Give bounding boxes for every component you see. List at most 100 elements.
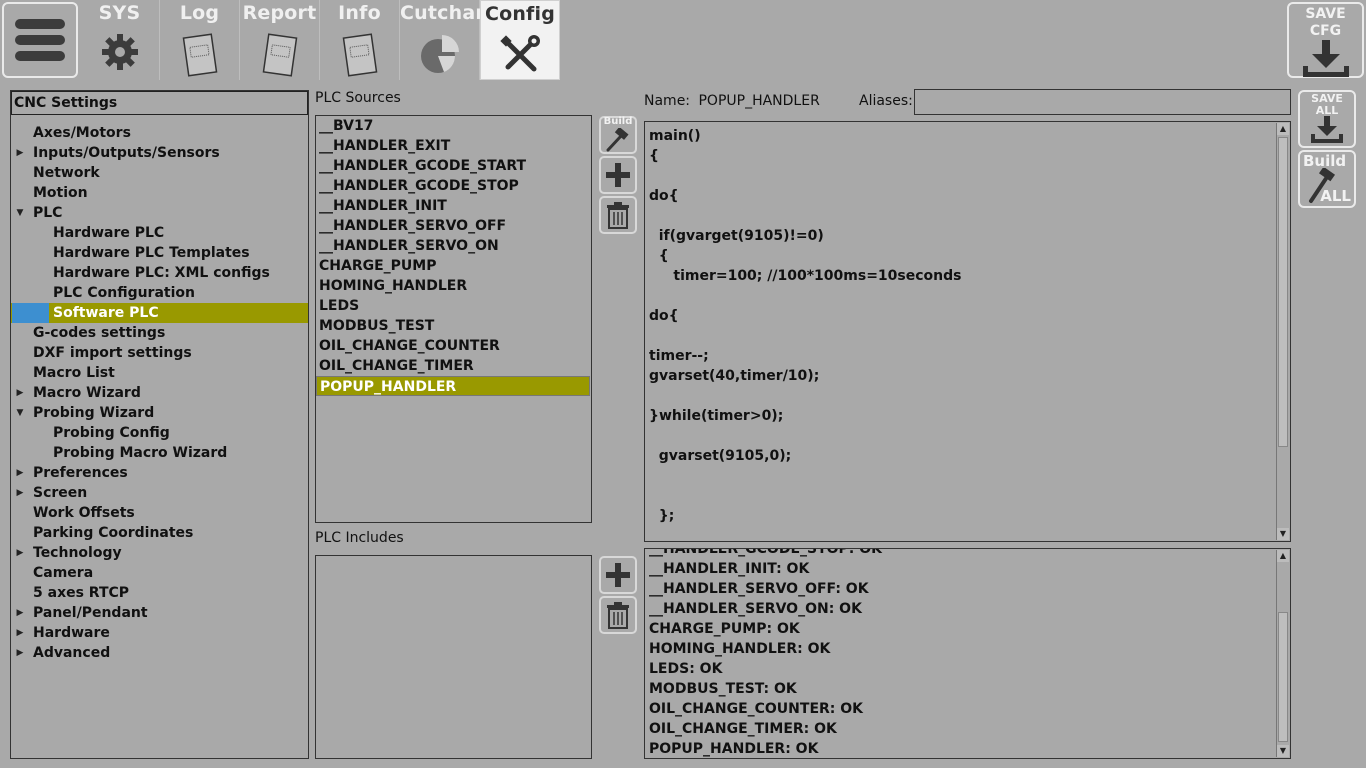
collapsed-arrow-icon[interactable]: ▶ bbox=[15, 383, 25, 403]
tree-header: CNC Settings bbox=[11, 91, 308, 115]
main-menu-button[interactable] bbox=[2, 2, 78, 78]
add-source-button[interactable] bbox=[599, 156, 637, 194]
tree-item[interactable]: ▼ Probing Wizard bbox=[11, 403, 308, 423]
plc-source-item[interactable]: OIL_CHANGE_TIMER bbox=[316, 356, 590, 376]
tree-item[interactable]: ▶ Technology bbox=[11, 543, 308, 563]
tab-config[interactable]: Config bbox=[480, 0, 560, 80]
tree-item[interactable]: PLC Configuration bbox=[11, 283, 308, 303]
plc-source-item[interactable]: HOMING_HANDLER bbox=[316, 276, 590, 296]
tree-item[interactable]: DXF import settings bbox=[11, 343, 308, 363]
expanded-arrow-icon[interactable]: ▼ bbox=[15, 403, 25, 423]
tree-item-label: Technology bbox=[33, 545, 122, 561]
editor-scrollbar[interactable]: ▲ ▼ bbox=[1276, 123, 1289, 540]
scroll-up-arrow[interactable]: ▲ bbox=[1277, 550, 1289, 562]
tree-item[interactable]: ▶ Panel/Pendant bbox=[11, 603, 308, 623]
plus-icon bbox=[606, 163, 630, 187]
output-scrollbar[interactable]: ▲ ▼ bbox=[1276, 550, 1289, 757]
tree-item[interactable]: 5 axes RTCP bbox=[11, 583, 308, 603]
plc-includes-list[interactable] bbox=[315, 555, 592, 759]
build-button[interactable]: Build bbox=[599, 116, 637, 154]
tree-item[interactable]: Probing Macro Wizard bbox=[11, 443, 308, 463]
scroll-down-arrow[interactable]: ▼ bbox=[1277, 528, 1289, 540]
tree-item[interactable]: ▼ PLC bbox=[11, 203, 308, 223]
save-cfg-button[interactable]: SAVE CFG bbox=[1287, 2, 1364, 78]
tree-item[interactable]: Parking Coordinates bbox=[11, 523, 308, 543]
add-include-button[interactable] bbox=[599, 556, 637, 594]
tab-log[interactable]: Log bbox=[160, 0, 240, 80]
plc-source-item[interactable]: POPUP_HANDLER bbox=[316, 376, 590, 396]
plc-source-item[interactable]: MODBUS_TEST bbox=[316, 316, 590, 336]
tree-item[interactable]: Camera bbox=[11, 563, 308, 583]
tree-item[interactable]: Motion bbox=[11, 183, 308, 203]
collapsed-arrow-icon[interactable]: ▶ bbox=[15, 483, 25, 503]
build-all-label-line2: ALL bbox=[1320, 187, 1351, 205]
aliases-input[interactable] bbox=[914, 89, 1291, 115]
tree-item[interactable]: Network bbox=[11, 163, 308, 183]
tree-item[interactable]: ▶ Screen bbox=[11, 483, 308, 503]
plc-source-item[interactable]: __HANDLER_SERVO_ON bbox=[316, 236, 590, 256]
tree-item[interactable]: ▶ Preferences bbox=[11, 463, 308, 483]
scroll-thumb[interactable] bbox=[1278, 612, 1288, 742]
tree-item-label: Hardware PLC: XML configs bbox=[53, 265, 270, 281]
plc-sources-label: PLC Sources bbox=[315, 90, 401, 106]
code-editor[interactable]: main() {do{ if(gvarget(9105)!=0) { timer=… bbox=[644, 121, 1291, 542]
tools-icon bbox=[481, 33, 559, 77]
tree-item-label: Probing Wizard bbox=[33, 405, 155, 421]
menu-icon bbox=[15, 19, 65, 29]
delete-source-button[interactable] bbox=[599, 196, 637, 234]
code-line: main() bbox=[649, 128, 701, 144]
tree-item[interactable]: Axes/Motors bbox=[11, 123, 308, 143]
tree-item[interactable]: G-codes settings bbox=[11, 323, 308, 343]
code-line: timer--; bbox=[649, 348, 709, 364]
scroll-down-arrow[interactable]: ▼ bbox=[1277, 745, 1289, 757]
tree-item[interactable]: ▶ Macro Wizard bbox=[11, 383, 308, 403]
settings-tree[interactable]: CNC Settings Axes/Motors ▶ Inputs/Outputs/… bbox=[10, 90, 309, 759]
plc-source-item[interactable]: __HANDLER_EXIT bbox=[316, 136, 590, 156]
download-icon bbox=[1289, 40, 1362, 82]
tree-item-label: PLC bbox=[33, 205, 63, 221]
tab-cutchart[interactable]: Cutchart bbox=[400, 0, 494, 80]
build-all-button[interactable]: Build ALL bbox=[1298, 150, 1356, 208]
tree-item[interactable]: ▶ Hardware bbox=[11, 623, 308, 643]
collapsed-arrow-icon[interactable]: ▶ bbox=[15, 643, 25, 663]
tree-item[interactable]: Probing Config bbox=[11, 423, 308, 443]
scroll-up-arrow[interactable]: ▲ bbox=[1277, 123, 1289, 135]
tab-sys[interactable]: SYS bbox=[80, 0, 160, 80]
output-line: __HANDLER_GCODE_STOP: OK bbox=[649, 548, 883, 557]
plc-source-item[interactable]: __HANDLER_GCODE_STOP bbox=[316, 176, 590, 196]
plc-source-item[interactable]: CHARGE_PUMP bbox=[316, 256, 590, 276]
plc-includes-label: PLC Includes bbox=[315, 530, 404, 546]
collapsed-arrow-icon[interactable]: ▶ bbox=[15, 143, 25, 163]
tree-item[interactable]: ▶ Inputs/Outputs/Sensors bbox=[11, 143, 308, 163]
collapsed-arrow-icon[interactable]: ▶ bbox=[15, 623, 25, 643]
scroll-thumb[interactable] bbox=[1278, 137, 1288, 447]
plc-source-item[interactable]: LEDS bbox=[316, 296, 590, 316]
save-all-button[interactable]: SAVE ALL bbox=[1298, 90, 1356, 148]
tab-report[interactable]: Report bbox=[240, 0, 320, 80]
plc-source-item[interactable]: OIL_CHANGE_COUNTER bbox=[316, 336, 590, 356]
selection-marker bbox=[12, 303, 49, 323]
plc-sources-list[interactable]: __BV17 __HANDLER_EXIT __HANDLER_GCODE_STAR… bbox=[315, 115, 592, 523]
build-output[interactable]: __HANDLER_GCODE_STOP: OK __HANDLER_INIT:… bbox=[644, 548, 1291, 759]
tree-item[interactable]: Work Offsets bbox=[11, 503, 308, 523]
tree-item[interactable]: Software PLC bbox=[11, 303, 308, 323]
delete-include-button[interactable] bbox=[599, 596, 637, 634]
collapsed-arrow-icon[interactable]: ▶ bbox=[15, 463, 25, 483]
tree-item-label: Hardware bbox=[33, 625, 110, 641]
tree-item[interactable]: Hardware PLC bbox=[11, 223, 308, 243]
plc-source-item[interactable]: __HANDLER_GCODE_START bbox=[316, 156, 590, 176]
expanded-arrow-icon[interactable]: ▼ bbox=[15, 203, 25, 223]
collapsed-arrow-icon[interactable]: ▶ bbox=[15, 603, 25, 623]
tree-item[interactable]: Hardware PLC: XML configs bbox=[11, 263, 308, 283]
tree-item[interactable]: Macro List bbox=[11, 363, 308, 383]
plc-source-item[interactable]: __HANDLER_INIT bbox=[316, 196, 590, 216]
tree-item[interactable]: ▶ Advanced bbox=[11, 643, 308, 663]
tree-item-label: Advanced bbox=[33, 645, 111, 661]
plc-source-item[interactable]: __BV17 bbox=[316, 116, 590, 136]
collapsed-arrow-icon[interactable]: ▶ bbox=[15, 543, 25, 563]
plc-source-item[interactable]: __HANDLER_SERVO_OFF bbox=[316, 216, 590, 236]
code-line: gvarset(40,timer/10); bbox=[649, 368, 820, 384]
tree-item[interactable]: Hardware PLC Templates bbox=[11, 243, 308, 263]
tree-item-label: Axes/Motors bbox=[33, 125, 131, 141]
tab-info[interactable]: Info bbox=[320, 0, 400, 80]
